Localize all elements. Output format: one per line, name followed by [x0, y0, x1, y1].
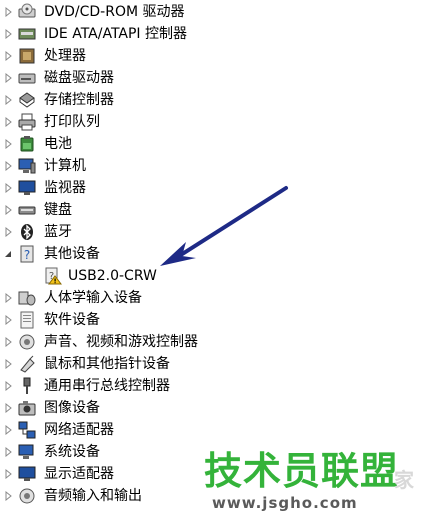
watermark-url: www.jsgho.com [212, 494, 358, 512]
tree-item-label: 电池 [44, 136, 72, 152]
software-device-icon [18, 311, 36, 329]
computer-icon [18, 157, 36, 175]
tree-item-label: 系统设备 [44, 444, 100, 460]
sound-icon [18, 333, 36, 351]
expand-arrow-icon[interactable] [4, 6, 14, 18]
expand-arrow-icon[interactable] [4, 72, 14, 84]
watermark-faint-text: 家 [394, 468, 414, 492]
bluetooth-icon [18, 223, 36, 241]
hid-icon [18, 289, 36, 307]
expand-arrow-icon[interactable] [4, 314, 14, 326]
expand-arrow-icon[interactable] [4, 358, 14, 370]
tree-item-label: DVD/CD-ROM 驱动器 [44, 4, 185, 20]
tree-item-label: 人体学输入设备 [44, 290, 142, 306]
other-devices-icon: ? [18, 245, 36, 263]
imaging-device-icon [18, 399, 36, 417]
expand-arrow-icon[interactable] [4, 336, 14, 348]
tree-item-label: 磁盘驱动器 [44, 70, 114, 86]
monitor-icon [18, 179, 36, 197]
usb-icon [18, 377, 36, 395]
tree-item-label: 网络适配器 [44, 422, 114, 438]
expand-arrow-icon[interactable] [4, 490, 14, 502]
expand-arrow-icon[interactable] [4, 446, 14, 458]
tree-item-label: 打印队列 [44, 114, 100, 130]
tree-item-label: 声音、视频和游戏控制器 [44, 334, 198, 350]
audio-io-icon [18, 487, 36, 505]
battery-icon [18, 135, 36, 153]
disk-drive-icon [18, 69, 36, 87]
watermark: 技术员联盟 www.jsgho.com 家 [196, 446, 431, 517]
expand-arrow-icon[interactable] [4, 380, 14, 392]
tree-item-label: 鼠标和其他指针设备 [44, 356, 170, 372]
display-adapter-icon [18, 465, 36, 483]
tree-item-label: 显示适配器 [44, 466, 114, 482]
tree-item-label: 图像设备 [44, 400, 100, 416]
tree-item-label: 处理器 [44, 48, 86, 64]
expand-arrow-icon[interactable] [4, 138, 14, 150]
collapse-arrow-icon[interactable] [3, 248, 13, 260]
processor-icon [18, 47, 36, 65]
unknown-device-warning-icon: ? [44, 267, 62, 285]
keyboard-icon [18, 201, 36, 219]
expand-arrow-icon[interactable] [4, 50, 14, 62]
mouse-icon [18, 355, 36, 373]
tree-item-label: IDE ATA/ATAPI 控制器 [44, 26, 188, 42]
expand-arrow-icon[interactable] [4, 204, 14, 216]
tree-item-label: 计算机 [44, 158, 86, 174]
system-device-icon [18, 443, 36, 461]
expand-arrow-icon[interactable] [4, 182, 14, 194]
tree-item-label: USB2.0-CRW [68, 268, 157, 284]
tree-item-label: 通用串行总线控制器 [44, 378, 170, 394]
watermark-title: 技术员联盟 [204, 449, 400, 493]
expand-arrow-icon[interactable] [4, 160, 14, 172]
tree-item-label: 键盘 [44, 202, 72, 218]
expand-arrow-icon[interactable] [4, 94, 14, 106]
network-adapter-icon [18, 421, 36, 439]
expand-arrow-icon[interactable] [4, 226, 14, 238]
tree-item-label: 音频输入和输出 [44, 488, 142, 504]
tree-item-label: 蓝牙 [44, 224, 72, 240]
tree-item-label: 软件设备 [44, 312, 100, 328]
svg-text:?: ? [24, 248, 30, 262]
expand-arrow-icon[interactable] [4, 424, 14, 436]
expand-arrow-icon[interactable] [4, 468, 14, 480]
tree-item-label: 其他设备 [44, 246, 100, 262]
ide-controller-icon [18, 25, 36, 43]
dvd-drive-icon [18, 3, 36, 21]
tree-item-label: 存储控制器 [44, 92, 114, 108]
storage-controller-icon [18, 91, 36, 109]
printer-icon [18, 113, 36, 131]
expand-arrow-icon[interactable] [4, 28, 14, 40]
expand-arrow-icon[interactable] [4, 116, 14, 128]
expand-arrow-icon[interactable] [4, 402, 14, 414]
expand-arrow-icon[interactable] [4, 292, 14, 304]
tree-item-label: 监视器 [44, 180, 86, 196]
